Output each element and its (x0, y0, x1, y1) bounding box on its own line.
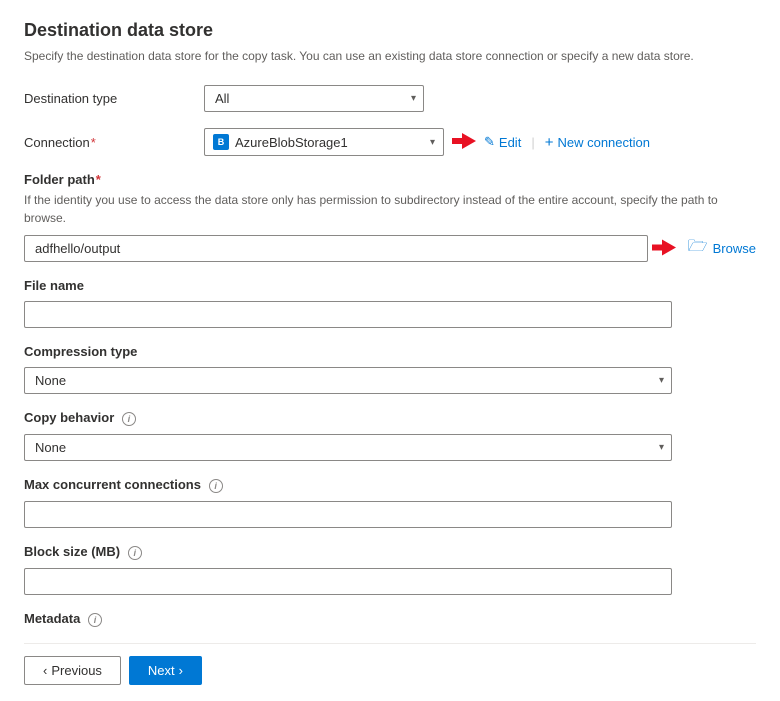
destination-type-select-wrapper[interactable]: All ▾ (204, 85, 424, 112)
page-title: Destination data store (24, 20, 756, 41)
destination-type-select[interactable]: All (204, 85, 424, 112)
compression-type-group: Compression type None ▾ (24, 344, 756, 394)
form-content: Destination data store Specify the desti… (24, 20, 756, 643)
copy-behavior-select[interactable]: None (24, 434, 672, 461)
next-button[interactable]: Next › (129, 656, 202, 685)
copy-behavior-group: Copy behavior i None ▾ (24, 410, 756, 461)
folder-arrow-indicator (652, 239, 676, 258)
metadata-label: Metadata i (24, 611, 756, 627)
next-chevron-icon: › (179, 663, 183, 678)
browse-button[interactable]: 🗁 Browse (688, 235, 756, 262)
connection-select[interactable]: B AzureBlobStorage1 ▾ (204, 128, 444, 156)
connection-label: Connection* (24, 135, 204, 150)
max-concurrent-input[interactable] (24, 501, 672, 528)
connection-value: AzureBlobStorage1 (235, 135, 422, 150)
edit-button[interactable]: ✎ Edit (476, 130, 529, 154)
folder-input-row: 🗁 Browse (24, 235, 756, 262)
plus-icon: + (545, 134, 554, 151)
footer: ‹ Previous Next › (24, 643, 756, 685)
destination-type-label: Destination type (24, 91, 204, 106)
max-concurrent-info-icon: i (209, 479, 223, 493)
folder-path-description: If the identity you use to access the da… (24, 191, 756, 227)
folder-path-input[interactable] (24, 235, 648, 262)
blob-storage-icon: B (213, 134, 229, 150)
copy-behavior-select-wrapper[interactable]: None ▾ (24, 434, 672, 461)
file-name-group: File name (24, 278, 756, 328)
connection-row: Connection* B AzureBlobStorage1 ▾ ✎ Edit (24, 128, 756, 156)
metadata-info-icon: i (88, 613, 102, 627)
destination-type-row: Destination type All ▾ (24, 85, 756, 112)
file-name-label: File name (24, 278, 756, 293)
compression-type-select-wrapper[interactable]: None ▾ (24, 367, 672, 394)
compression-type-select[interactable]: None (24, 367, 672, 394)
pencil-icon: ✎ (484, 134, 495, 150)
folder-browse-icon: 🗁 (688, 235, 708, 262)
connection-arrow-indicator (452, 133, 476, 152)
connection-control-group: B AzureBlobStorage1 ▾ ✎ Edit | + N (204, 128, 756, 156)
max-concurrent-label: Max concurrent connections i (24, 477, 756, 493)
metadata-group: Metadata i (24, 611, 756, 627)
compression-type-label: Compression type (24, 344, 756, 359)
max-concurrent-group: Max concurrent connections i (24, 477, 756, 528)
block-size-input[interactable] (24, 568, 672, 595)
page-description: Specify the destination data store for t… (24, 47, 756, 65)
new-connection-button[interactable]: + New connection (537, 130, 658, 155)
block-size-group: Block size (MB) i (24, 544, 756, 595)
connection-chevron-icon: ▾ (430, 137, 435, 148)
folder-input-wrapper (24, 235, 648, 262)
block-size-info-icon: i (128, 546, 142, 560)
folder-path-section: Folder path* If the identity you use to … (24, 172, 756, 262)
file-name-input[interactable] (24, 301, 672, 328)
action-separator: | (531, 135, 534, 150)
copy-behavior-label: Copy behavior i (24, 410, 756, 426)
previous-chevron-icon: ‹ (43, 663, 47, 678)
destination-type-control-group: All ▾ (204, 85, 756, 112)
copy-behavior-info-icon: i (122, 412, 136, 426)
previous-button[interactable]: ‹ Previous (24, 656, 121, 685)
page-container: Destination data store Specify the desti… (0, 0, 780, 701)
folder-path-label: Folder path* (24, 172, 756, 187)
block-size-label: Block size (MB) i (24, 544, 756, 560)
